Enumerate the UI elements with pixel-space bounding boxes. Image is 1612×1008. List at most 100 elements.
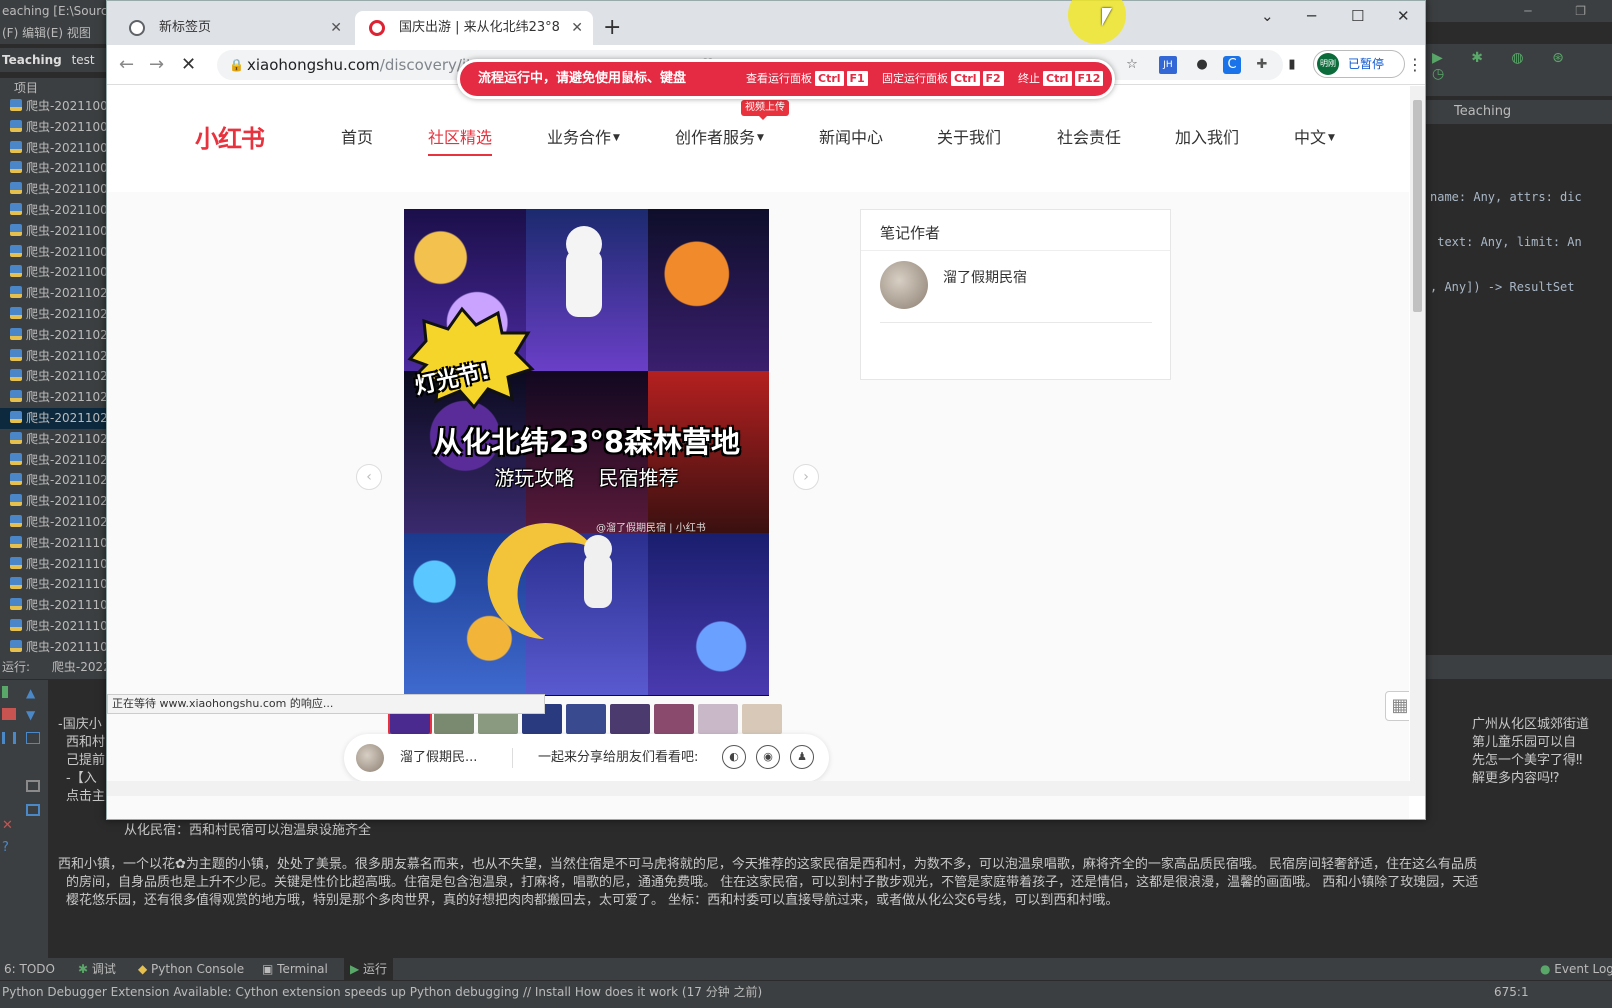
nav-item[interactable]: 创作者服务 ▼ (675, 124, 764, 148)
nav-item[interactable]: 业务合作 ▼ (547, 124, 620, 148)
thumbnail[interactable] (610, 704, 650, 734)
thumbnail[interactable] (566, 704, 606, 734)
nav-item[interactable]: 社区精选 (428, 124, 493, 156)
site-logo[interactable]: 小红书 (195, 119, 265, 154)
run-tab[interactable]: ▶ 运行 (344, 958, 394, 980)
carousel-prev-button[interactable]: ‹ (356, 464, 382, 490)
back-icon[interactable]: ← (119, 54, 134, 75)
author-avatar[interactable] (880, 261, 928, 309)
stop-loading-icon[interactable]: ✕ (181, 54, 196, 75)
tab-search-icon[interactable]: ⌄ (1261, 7, 1274, 25)
nav-item[interactable]: 中文 ▼ (1294, 124, 1335, 148)
qq-icon[interactable]: ♟ (790, 745, 814, 769)
share-author-name[interactable]: 溜了假期民... (400, 734, 477, 782)
scrollbar-thumb[interactable] (1413, 100, 1422, 312)
project-tree-item[interactable]: 爬虫-2021100 (0, 221, 106, 242)
project-tree-item[interactable]: 爬虫-2021102 (0, 325, 106, 346)
nav-item[interactable]: 社会责任 (1057, 124, 1121, 148)
carousel-next-button[interactable]: › (793, 464, 819, 490)
project-tree-item[interactable]: 爬虫-2021102 (0, 387, 106, 408)
up-icon[interactable]: ▲ (26, 686, 40, 700)
project-tree-item[interactable]: 爬虫-2021100 (0, 96, 106, 117)
project-tree-item[interactable]: 爬虫-2021100 (0, 242, 106, 263)
close-window-button[interactable]: ✕ (1397, 7, 1410, 25)
project-tree-item[interactable]: 爬虫-2021110 (0, 616, 106, 637)
close-icon[interactable]: ✕ (571, 11, 583, 45)
bookmark-star-icon[interactable]: ☆ (1123, 56, 1141, 74)
project-tree-item[interactable]: 爬虫-2021102 (0, 407, 106, 429)
weibo-icon[interactable]: ◉ (756, 745, 780, 769)
project-tree-item[interactable]: 爬虫-2021110 (0, 533, 106, 554)
project-tree-item[interactable]: 爬虫-2021102 (0, 429, 106, 450)
stop-shortcut[interactable]: 终止 Ctrl F12 (1018, 62, 1104, 96)
project-tree-item[interactable]: 爬虫-2021102 (0, 470, 106, 491)
print-icon[interactable] (26, 780, 40, 792)
trash-icon[interactable] (26, 804, 40, 816)
ide-menu-bar[interactable]: (F) 编辑(E) 视图 (0, 22, 110, 44)
author-name[interactable]: 溜了假期民宿 (943, 267, 1027, 287)
maximize-button[interactable]: ☐ (1351, 7, 1364, 25)
run-config-tab[interactable]: 爬虫-2022 (52, 660, 111, 674)
pin-panel-shortcut[interactable]: 固定运行面板 Ctrl F2 (882, 62, 1004, 96)
close-icon[interactable]: ✕ (330, 11, 342, 45)
close-icon[interactable]: ✕ (2, 818, 16, 833)
extension-eye-icon[interactable]: ● (1193, 56, 1211, 74)
project-tree-item[interactable]: 爬虫-2021100 (0, 138, 106, 159)
project-tree-item[interactable]: 爬虫-2021100 (0, 200, 106, 221)
thumbnail[interactable] (654, 704, 694, 734)
wechat-icon[interactable]: ◐ (722, 745, 746, 769)
python-console-tab[interactable]: ◆ Python Console (138, 958, 244, 980)
project-tree-item[interactable]: 爬虫-2021102 (0, 346, 106, 367)
project-tree-item[interactable]: 爬虫-2021110 (0, 554, 106, 575)
project-tree-item[interactable]: 爬虫-2021100 (0, 117, 106, 138)
nav-item[interactable]: 加入我们 (1175, 124, 1239, 148)
rerun-icon[interactable] (2, 686, 16, 698)
cursor-position[interactable]: 675:1 (1494, 981, 1529, 1003)
wrap-icon[interactable] (26, 732, 40, 744)
project-tree-item[interactable]: 爬虫-2021102 (0, 450, 106, 471)
run-icons[interactable]: ▶ ✱ ◍ ⊛ ◷ (1432, 50, 1612, 82)
project-tree-item[interactable]: 爬虫-2021102 (0, 491, 106, 512)
upload-badge[interactable]: 视频上传 (741, 100, 789, 120)
help-icon[interactable]: ? (2, 840, 16, 855)
nav-item[interactable]: 首页 (341, 124, 373, 148)
side-panel-icon[interactable]: ▮ (1283, 56, 1301, 74)
down-icon[interactable]: ▼ (26, 708, 40, 722)
share-author-avatar[interactable] (356, 744, 384, 772)
horizontal-scrollbar[interactable] (107, 781, 1425, 796)
status-message[interactable]: Python Debugger Extension Available: Cyt… (2, 985, 762, 999)
tab-new-tab[interactable]: 新标签页 ✕ (115, 11, 352, 45)
tab-xiaohongshu[interactable]: 国庆出游 | 来从化北纬23°8森林 ✕ (355, 11, 593, 45)
project-tree-item[interactable]: 爬虫-2021102 (0, 283, 106, 304)
nav-item[interactable]: 新闻中心 (819, 124, 883, 148)
project-tree-item[interactable]: 爬虫-2021102 (0, 512, 106, 533)
terminal-tab[interactable]: ▣ Terminal (262, 958, 328, 980)
forward-icon[interactable]: → (149, 54, 164, 75)
minimize-button[interactable]: ─ (1307, 7, 1316, 25)
project-breadcrumb[interactable]: Teaching (2, 53, 62, 67)
project-panel-header[interactable]: 项目 (0, 78, 110, 98)
project-tree-item[interactable]: 爬虫-2021110 (0, 574, 106, 595)
extensions-puzzle-icon[interactable]: ✚ (1253, 56, 1271, 74)
new-tab-button[interactable]: + (603, 15, 621, 41)
extension-c-icon[interactable]: C (1223, 56, 1241, 74)
view-panel-shortcut[interactable]: 查看运行面板 Ctrl F1 (746, 62, 868, 96)
thumbnail[interactable] (698, 704, 738, 734)
note-image[interactable]: 灯光节! 从化北纬23°8森林营地 游玩攻略 民宿推荐 @溜了假期民宿 | 小红… (404, 209, 769, 696)
menu-kebab-icon[interactable]: ⋮ (1407, 55, 1423, 74)
editor-tab-teaching[interactable]: Teaching (1426, 100, 1612, 124)
stop-icon[interactable] (2, 708, 16, 720)
project-tree-item[interactable]: 爬虫-2021102 (0, 366, 106, 387)
vertical-scrollbar[interactable] (1410, 86, 1425, 782)
ide-window-controls[interactable]: ─ ❐ (1524, 0, 1606, 22)
extension-jh-icon[interactable]: JH (1159, 56, 1177, 74)
pause-icon[interactable] (2, 732, 16, 744)
file-breadcrumb[interactable]: test (72, 53, 95, 67)
project-tree-item[interactable]: 爬虫-2021100 (0, 262, 106, 283)
project-tree-item[interactable]: 爬虫-2021100 (0, 158, 106, 179)
event-log-tab[interactable]: ● Event Log (1540, 958, 1612, 980)
project-tree-item[interactable]: 爬虫-2021110 (0, 595, 106, 616)
nav-item[interactable]: 关于我们 (937, 124, 1001, 148)
qr-code-icon[interactable]: ▦ (1385, 691, 1409, 721)
thumbnail[interactable] (742, 704, 782, 734)
